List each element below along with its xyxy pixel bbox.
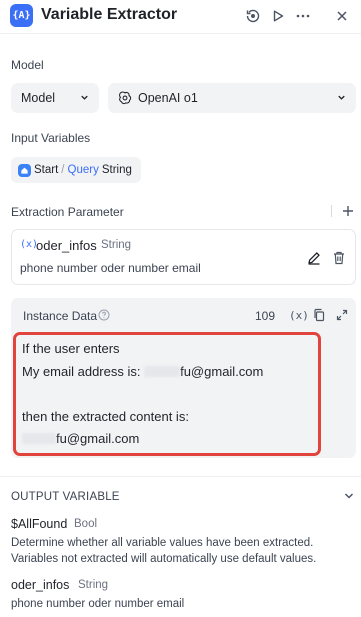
output-var-name: oder_infos bbox=[11, 578, 70, 592]
delete-icon[interactable] bbox=[331, 250, 347, 266]
add-parameter-button[interactable] bbox=[341, 204, 355, 218]
expand-icon[interactable] bbox=[336, 309, 348, 321]
insert-variable-icon[interactable]: (x) bbox=[289, 309, 309, 322]
plus-icon bbox=[343, 206, 353, 216]
model-type-select[interactable]: Model bbox=[11, 83, 99, 113]
output-var-description: Determine whether all variable values ha… bbox=[11, 537, 317, 565]
input-variables-label: Input Variables bbox=[11, 131, 91, 145]
parameter-description: phone number oder number email bbox=[20, 261, 201, 275]
character-count: 109 bbox=[255, 309, 276, 323]
instance-line: My email address is: fu@gmail.com bbox=[22, 363, 264, 379]
extraction-parameter-label: Extraction Parameter bbox=[11, 205, 124, 219]
redacted-text bbox=[144, 365, 181, 377]
close-icon[interactable] bbox=[332, 6, 352, 26]
instance-data-panel: Instance Data 109 (x) If the user enters… bbox=[11, 298, 356, 458]
model-section-label: Model bbox=[11, 58, 44, 72]
variable-extractor-icon: {A} bbox=[10, 4, 33, 27]
divider bbox=[331, 205, 332, 217]
output-variable-title: OUTPUT VARIABLE bbox=[11, 491, 120, 503]
extraction-parameter-card[interactable]: (x) oder_infos String phone number oder … bbox=[11, 229, 356, 285]
chip-node-name: Start bbox=[34, 164, 59, 176]
chip-variable-name: Query bbox=[67, 164, 99, 176]
node-title[interactable]: Variable Extractor bbox=[41, 6, 177, 24]
redacted-text bbox=[22, 433, 56, 444]
parameter-type: String bbox=[101, 239, 132, 251]
parameter-name: oder_infos bbox=[36, 238, 97, 253]
output-var-type: Bool bbox=[74, 518, 98, 530]
info-icon[interactable] bbox=[98, 309, 110, 321]
output-var-name: $AllFound bbox=[11, 517, 68, 531]
model-provider-value: OpenAI o1 bbox=[138, 91, 198, 105]
model-type-value: Model bbox=[21, 91, 56, 105]
section-divider bbox=[0, 476, 361, 477]
copy-icon[interactable] bbox=[312, 308, 326, 322]
instance-line bbox=[22, 383, 263, 406]
chevron-down-icon bbox=[338, 95, 345, 100]
run-play-icon[interactable] bbox=[268, 6, 288, 26]
node-header: {A} Variable Extractor bbox=[0, 0, 361, 34]
chevron-down-icon bbox=[81, 95, 88, 100]
instance-data-label: Instance Data bbox=[23, 309, 98, 323]
input-variable-chip[interactable]: Start / Query String bbox=[11, 157, 141, 183]
run-history-icon[interactable] bbox=[243, 6, 263, 26]
home-icon bbox=[18, 163, 31, 177]
instance-line: fu@gmail.com bbox=[22, 428, 263, 451]
more-options-icon[interactable] bbox=[293, 6, 313, 26]
output-var-type: String bbox=[78, 579, 109, 591]
openai-logo-icon bbox=[119, 91, 132, 105]
output-var-description: phone number oder number email bbox=[11, 598, 185, 610]
chip-separator: / bbox=[61, 164, 65, 176]
instance-data-text[interactable]: If the user enters My email address is: f… bbox=[22, 338, 263, 451]
chip-variable-type: String bbox=[101, 164, 132, 176]
model-provider-select[interactable]: OpenAI o1 bbox=[108, 83, 356, 113]
edit-icon[interactable] bbox=[306, 250, 322, 266]
instance-line: then the extracted content is: bbox=[22, 408, 189, 424]
chevron-down-icon[interactable] bbox=[343, 490, 355, 502]
instance-line: If the user enters bbox=[22, 341, 120, 356]
